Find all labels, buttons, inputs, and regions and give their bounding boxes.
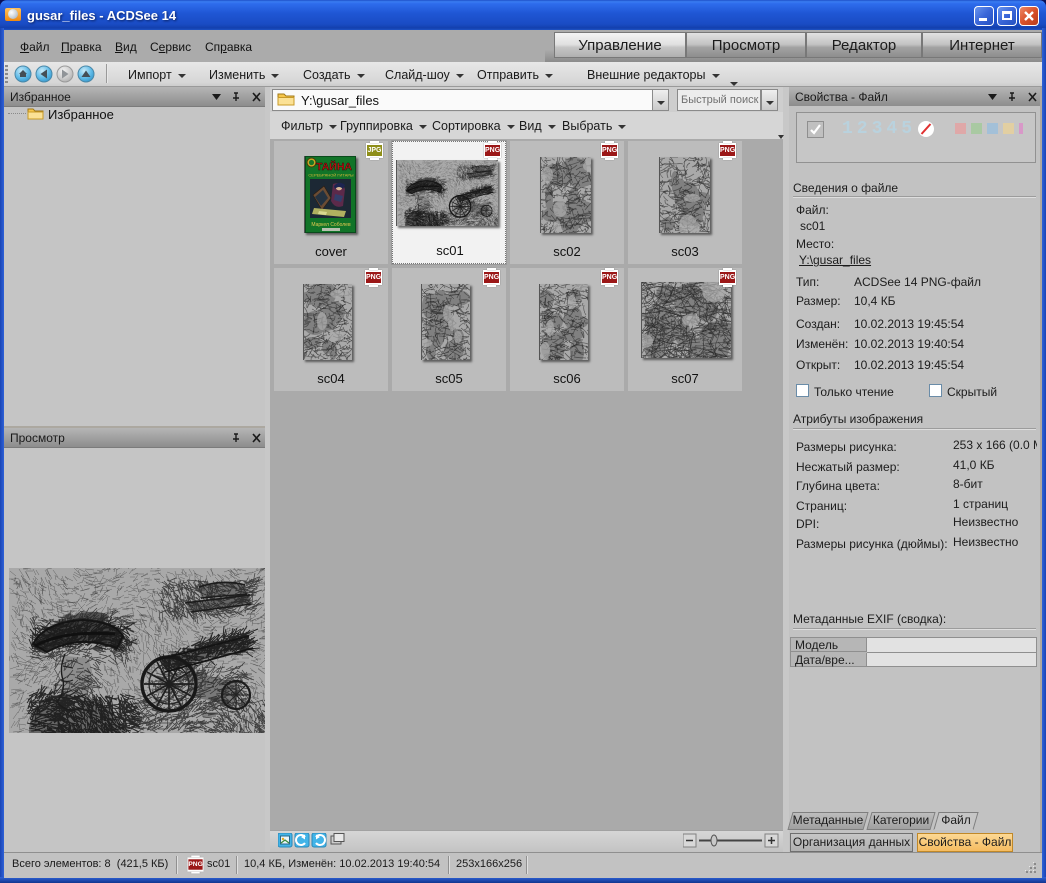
svg-text:ТАЙНА: ТАЙНА [316, 160, 352, 173]
svg-text:СЕРЕБРЯНОЙ ГИТАРЫ: СЕРЕБРЯНОЙ ГИТАРЫ [308, 173, 354, 178]
svg-text:Маркел Соболев: Маркел Соболев [311, 222, 351, 228]
